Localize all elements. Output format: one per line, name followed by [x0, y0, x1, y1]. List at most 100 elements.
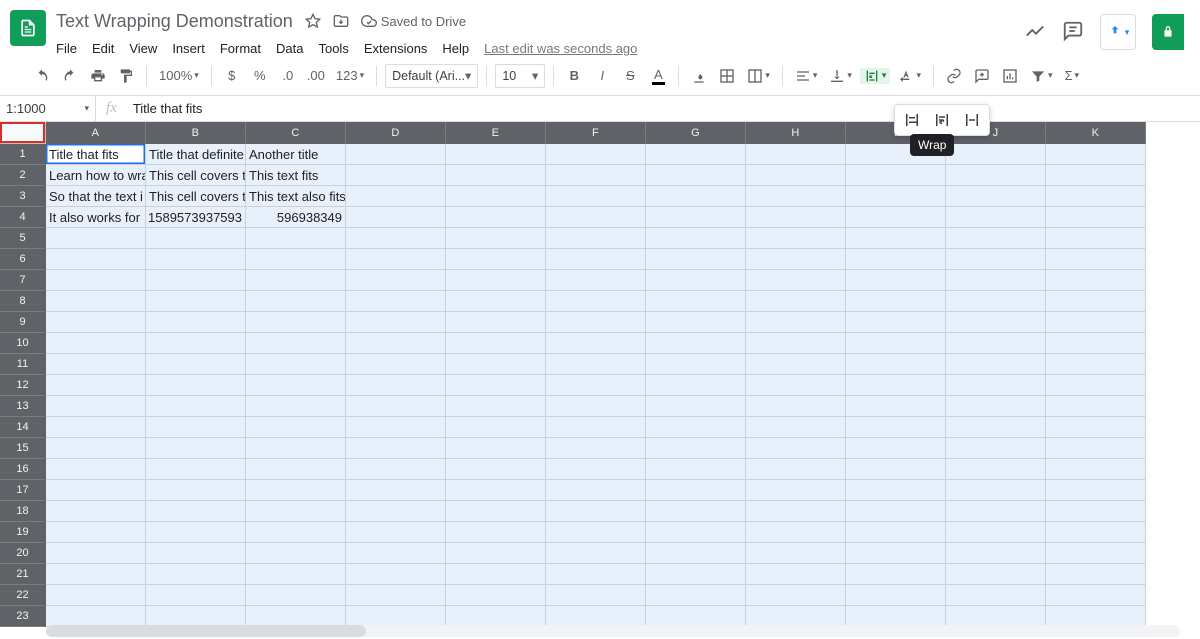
cell-K12[interactable]: [1046, 375, 1146, 396]
cell-H9[interactable]: [746, 312, 846, 333]
cell-C4[interactable]: 596938349: [246, 207, 346, 228]
cell-F21[interactable]: [546, 564, 646, 585]
cell-B8[interactable]: [146, 291, 246, 312]
cell-C23[interactable]: [246, 606, 346, 627]
cell-E10[interactable]: [446, 333, 546, 354]
cell-J7[interactable]: [946, 270, 1046, 291]
cell-B3[interactable]: This cell covers t: [146, 186, 246, 207]
cell-J15[interactable]: [946, 438, 1046, 459]
cell-F8[interactable]: [546, 291, 646, 312]
cell-D8[interactable]: [346, 291, 446, 312]
cell-A9[interactable]: [46, 312, 146, 333]
font-size-dropdown[interactable]: 10▾: [495, 64, 545, 88]
row-header-18[interactable]: 18: [0, 501, 46, 522]
cell-G14[interactable]: [646, 417, 746, 438]
cell-E19[interactable]: [446, 522, 546, 543]
cell-A19[interactable]: [46, 522, 146, 543]
percent-icon[interactable]: %: [248, 63, 272, 89]
cell-H11[interactable]: [746, 354, 846, 375]
vertical-align-dropdown[interactable]: ▾: [825, 68, 856, 84]
cell-J14[interactable]: [946, 417, 1046, 438]
fill-color-icon[interactable]: [687, 63, 711, 89]
cell-I12[interactable]: [846, 375, 946, 396]
cell-B10[interactable]: [146, 333, 246, 354]
cell-B9[interactable]: [146, 312, 246, 333]
cell-C14[interactable]: [246, 417, 346, 438]
row-header-17[interactable]: 17: [0, 480, 46, 501]
row-header-19[interactable]: 19: [0, 522, 46, 543]
cell-J22[interactable]: [946, 585, 1046, 606]
cell-I6[interactable]: [846, 249, 946, 270]
cell-H5[interactable]: [746, 228, 846, 249]
cell-A3[interactable]: So that the text i: [46, 186, 146, 207]
cell-B16[interactable]: [146, 459, 246, 480]
cell-A11[interactable]: [46, 354, 146, 375]
cell-I2[interactable]: [846, 165, 946, 186]
cell-D11[interactable]: [346, 354, 446, 375]
cell-J5[interactable]: [946, 228, 1046, 249]
cell-K14[interactable]: [1046, 417, 1146, 438]
cell-I5[interactable]: [846, 228, 946, 249]
cell-C2[interactable]: This text fits: [246, 165, 346, 186]
cell-A17[interactable]: [46, 480, 146, 501]
cell-G22[interactable]: [646, 585, 746, 606]
currency-icon[interactable]: $: [220, 63, 244, 89]
cell-E12[interactable]: [446, 375, 546, 396]
cell-K18[interactable]: [1046, 501, 1146, 522]
cell-J19[interactable]: [946, 522, 1046, 543]
row-header-7[interactable]: 7: [0, 270, 46, 291]
cell-C22[interactable]: [246, 585, 346, 606]
cell-K10[interactable]: [1046, 333, 1146, 354]
share-button[interactable]: ▾: [1100, 14, 1136, 50]
wrap-option-wrap[interactable]: [931, 109, 953, 131]
activity-icon[interactable]: [1024, 20, 1046, 45]
merge-cells-dropdown[interactable]: ▾: [743, 68, 774, 84]
cell-F19[interactable]: [546, 522, 646, 543]
cell-E13[interactable]: [446, 396, 546, 417]
cell-H8[interactable]: [746, 291, 846, 312]
cell-I19[interactable]: [846, 522, 946, 543]
cell-C19[interactable]: [246, 522, 346, 543]
more-formats-dropdown[interactable]: 123▾: [332, 68, 368, 83]
cell-F1[interactable]: [546, 144, 646, 165]
cell-F20[interactable]: [546, 543, 646, 564]
cell-D5[interactable]: [346, 228, 446, 249]
cell-J1[interactable]: [946, 144, 1046, 165]
cell-K21[interactable]: [1046, 564, 1146, 585]
cell-B6[interactable]: [146, 249, 246, 270]
cell-H16[interactable]: [746, 459, 846, 480]
sheets-logo[interactable]: [10, 10, 46, 46]
menu-format[interactable]: Format: [220, 41, 261, 56]
cell-F12[interactable]: [546, 375, 646, 396]
cell-E9[interactable]: [446, 312, 546, 333]
cell-D15[interactable]: [346, 438, 446, 459]
cell-G1[interactable]: [646, 144, 746, 165]
saved-to-drive[interactable]: Saved to Drive: [361, 13, 466, 29]
print-icon[interactable]: [86, 63, 110, 89]
cell-G9[interactable]: [646, 312, 746, 333]
cell-D4[interactable]: [346, 207, 446, 228]
cell-H13[interactable]: [746, 396, 846, 417]
italic-icon[interactable]: I: [590, 63, 614, 89]
cell-F15[interactable]: [546, 438, 646, 459]
menu-help[interactable]: Help: [442, 41, 469, 56]
column-header-A[interactable]: A: [46, 122, 146, 144]
cell-I23[interactable]: [846, 606, 946, 627]
cell-B20[interactable]: [146, 543, 246, 564]
row-header-9[interactable]: 9: [0, 312, 46, 333]
cell-A14[interactable]: [46, 417, 146, 438]
cell-E4[interactable]: [446, 207, 546, 228]
cell-I17[interactable]: [846, 480, 946, 501]
cell-F18[interactable]: [546, 501, 646, 522]
cell-C13[interactable]: [246, 396, 346, 417]
row-header-10[interactable]: 10: [0, 333, 46, 354]
insert-chart-icon[interactable]: [998, 63, 1022, 89]
cell-F14[interactable]: [546, 417, 646, 438]
cell-C10[interactable]: [246, 333, 346, 354]
cell-I21[interactable]: [846, 564, 946, 585]
cell-A5[interactable]: [46, 228, 146, 249]
cell-A23[interactable]: [46, 606, 146, 627]
cell-B4[interactable]: 1589573937593: [146, 207, 246, 228]
cell-F11[interactable]: [546, 354, 646, 375]
font-dropdown[interactable]: Default (Ari...▾: [385, 64, 478, 88]
